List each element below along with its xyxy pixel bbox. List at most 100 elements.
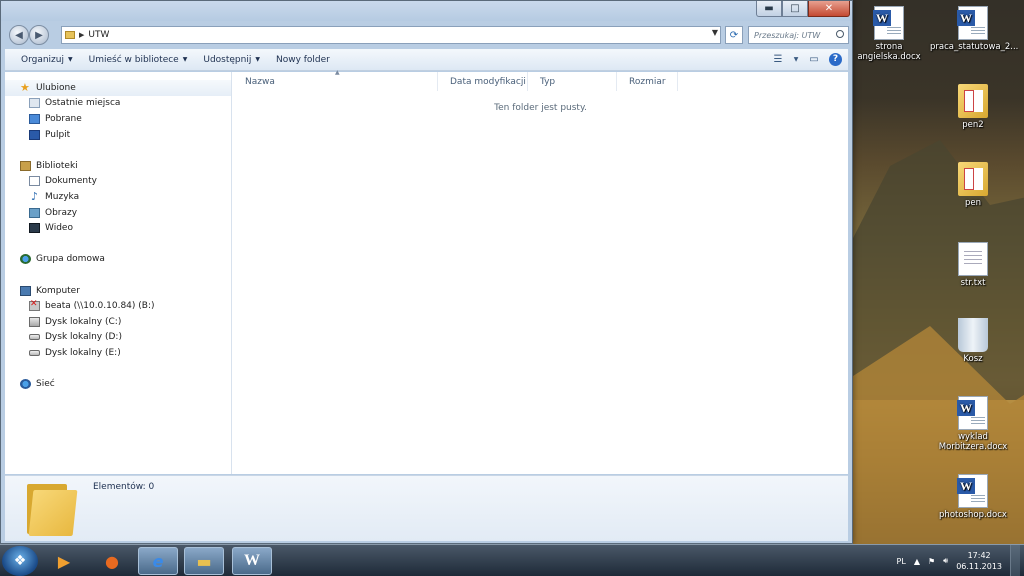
nav-computer[interactable]: Komputer — [5, 283, 231, 299]
media-player-icon[interactable]: ▶ — [44, 547, 84, 575]
nav-drive-b[interactable]: beata (\\10.0.10.84) (B:) — [5, 298, 231, 314]
desktop-icon-label: str.txt — [960, 278, 986, 288]
pictures-icon — [29, 207, 40, 218]
nav-recent-places[interactable]: Ostatnie miejsca — [5, 96, 231, 112]
search-icon[interactable] — [836, 30, 844, 38]
system-tray: PL ▲ ⚑ 🔊︎ 17:42 06.11.2013 — [897, 545, 1020, 576]
nav-drive-e[interactable]: Dysk lokalny (E:) — [5, 345, 231, 361]
desktop-icon-pen[interactable]: pen — [930, 162, 1016, 208]
disconnected-network-drive-icon — [29, 299, 40, 312]
view-options-icon[interactable]: ☰ — [771, 52, 785, 66]
start-button[interactable]: ❖ — [2, 546, 38, 576]
folder-icon — [25, 482, 79, 538]
nav-pictures[interactable]: Obrazy — [5, 205, 231, 221]
breadcrumb-current[interactable]: UTW — [88, 30, 109, 40]
organize-button[interactable]: Organizuj ▼ — [5, 49, 81, 70]
clock-time: 17:42 — [967, 551, 991, 560]
desktop-icon-label: strona angielska.docx — [857, 42, 921, 62]
maximize-button[interactable]: □ — [782, 1, 808, 17]
share-button[interactable]: Udostępnij ▼ — [195, 49, 268, 70]
nav-label: Sieć — [36, 379, 55, 390]
word-document-icon — [957, 396, 988, 430]
navigation-pane: ★ Ulubione Ostatnie miejsca Pobrane Pulpi… — [5, 72, 232, 474]
column-label: Rozmiar — [629, 76, 666, 87]
nav-documents[interactable]: Dokumenty — [5, 174, 231, 190]
address-dropdown-icon[interactable]: ▼ — [712, 28, 718, 37]
recent-places-icon — [29, 98, 40, 109]
title-bar[interactable]: ▬ □ ✕ — [1, 1, 852, 21]
desktop-icon-strona-angielska[interactable]: strona angielska.docx — [846, 6, 932, 62]
music-icon: ♪ — [30, 189, 39, 203]
desktop-icon-praca-statutowa[interactable]: praca_statutowa_2... — [930, 6, 1018, 52]
address-bar[interactable]: ▶ UTW ▼ — [61, 26, 721, 44]
nav-downloads[interactable]: Pobrane — [5, 111, 231, 127]
text-file-icon — [958, 242, 988, 276]
refresh-button[interactable]: ⟳ — [725, 26, 743, 44]
column-size[interactable]: Rozmiar — [617, 72, 678, 91]
explorer-window: ▬ □ ✕ ◀ ▶ ▶ UTW ▼ ⟳ Przeszukaj: UTW Orga… — [0, 0, 853, 544]
nav-network[interactable]: Sieć — [5, 376, 231, 392]
recycle-bin-icon — [958, 318, 988, 352]
taskbar: ❖ ▶ ● e ▬ W PL ▲ ⚑ 🔊︎ 17:42 06.11.2013 — [0, 544, 1024, 576]
forward-button[interactable]: ▶ — [29, 25, 49, 45]
desktop-icon-photoshop[interactable]: photoshop.docx — [930, 474, 1016, 520]
desktop-icon-pen2[interactable]: pen2 — [930, 84, 1016, 130]
action-center-flag-icon[interactable]: ⚑ — [928, 557, 935, 566]
nav-drive-d[interactable]: Dysk lokalny (D:) — [5, 330, 231, 346]
volume-icon[interactable]: 🔊︎ — [943, 556, 948, 566]
help-icon[interactable]: ? — [829, 52, 842, 66]
nav-label: Pulpit — [45, 129, 71, 140]
show-hidden-icons-icon[interactable]: ▲ — [914, 557, 920, 566]
nav-label: Ostatnie miejsca — [45, 98, 121, 109]
desktop-icon-label: wyklad Morbitzera.docx — [938, 432, 1008, 452]
view-dropdown-icon[interactable]: ▼ — [793, 52, 799, 66]
word-document-icon — [873, 6, 904, 40]
address-row: ◀ ▶ ▶ UTW ▼ ⟳ Przeszukaj: UTW — [1, 23, 852, 47]
item-count: Elementów: 0 — [93, 482, 155, 492]
windows-explorer-icon[interactable]: ▬ — [184, 547, 224, 575]
window-controls: ▬ □ ✕ — [756, 1, 850, 17]
downloads-icon — [29, 113, 40, 124]
nav-libraries[interactable]: Biblioteki — [5, 158, 231, 174]
star-icon: ★ — [20, 80, 30, 94]
desktop-icon-recycle-bin[interactable]: Kosz — [930, 318, 1016, 364]
nav-label: Muzyka — [45, 191, 80, 202]
clock[interactable]: 17:42 06.11.2013 — [956, 550, 1002, 572]
column-name[interactable]: ▲ Nazwa — [233, 69, 438, 91]
new-folder-button[interactable]: Nowy folder — [268, 49, 338, 70]
drive-icon — [29, 334, 40, 341]
breadcrumb-arrow-icon[interactable]: ▶ — [79, 31, 84, 39]
minimize-button[interactable]: ▬ — [756, 1, 782, 17]
include-in-library-button[interactable]: Umieść w bibliotece ▼ — [81, 49, 196, 70]
column-date-modified[interactable]: Data modyfikacji — [438, 72, 528, 91]
nav-videos[interactable]: Wideo — [5, 220, 231, 236]
column-type[interactable]: Typ — [528, 72, 617, 91]
nav-music[interactable]: ♪ Muzyka — [5, 189, 231, 205]
firefox-icon[interactable]: ● — [92, 547, 132, 575]
desktop-icon-label: pen — [964, 198, 981, 208]
nav-label: Dysk lokalny (E:) — [45, 347, 121, 358]
desktop-icon-str-txt[interactable]: str.txt — [930, 242, 1016, 288]
nav-drive-c[interactable]: Dysk lokalny (C:) — [5, 314, 231, 330]
column-label: Nazwa — [245, 76, 275, 87]
column-label: Data modyfikacji — [450, 76, 526, 87]
desktop-icon-wyklad-morbitzera[interactable]: wyklad Morbitzera.docx — [930, 396, 1016, 452]
nav-homegroup[interactable]: Grupa domowa — [5, 252, 231, 268]
back-button[interactable]: ◀ — [9, 25, 29, 45]
word-icon[interactable]: W — [232, 547, 272, 575]
search-input[interactable]: Przeszukaj: UTW — [748, 26, 849, 44]
show-desktop-button[interactable] — [1010, 545, 1020, 576]
sort-ascending-icon: ▲ — [335, 69, 340, 76]
preview-pane-icon[interactable]: ▭ — [807, 52, 821, 66]
close-button[interactable]: ✕ — [808, 1, 850, 17]
computer-icon — [20, 285, 31, 296]
command-bar: Organizuj ▼ Umieść w bibliotece ▼ Udostępn… — [5, 49, 848, 71]
desktop-icon-label: photoshop.docx — [939, 510, 1007, 520]
nav-favorites[interactable]: ★ Ulubione — [5, 80, 231, 96]
internet-explorer-icon[interactable]: e — [138, 547, 178, 575]
nav-desktop[interactable]: Pulpit — [5, 127, 231, 143]
desktop-icon — [29, 129, 40, 140]
nav-label: Obrazy — [45, 207, 78, 218]
language-indicator[interactable]: PL — [897, 557, 906, 566]
folder-icon — [958, 162, 988, 196]
